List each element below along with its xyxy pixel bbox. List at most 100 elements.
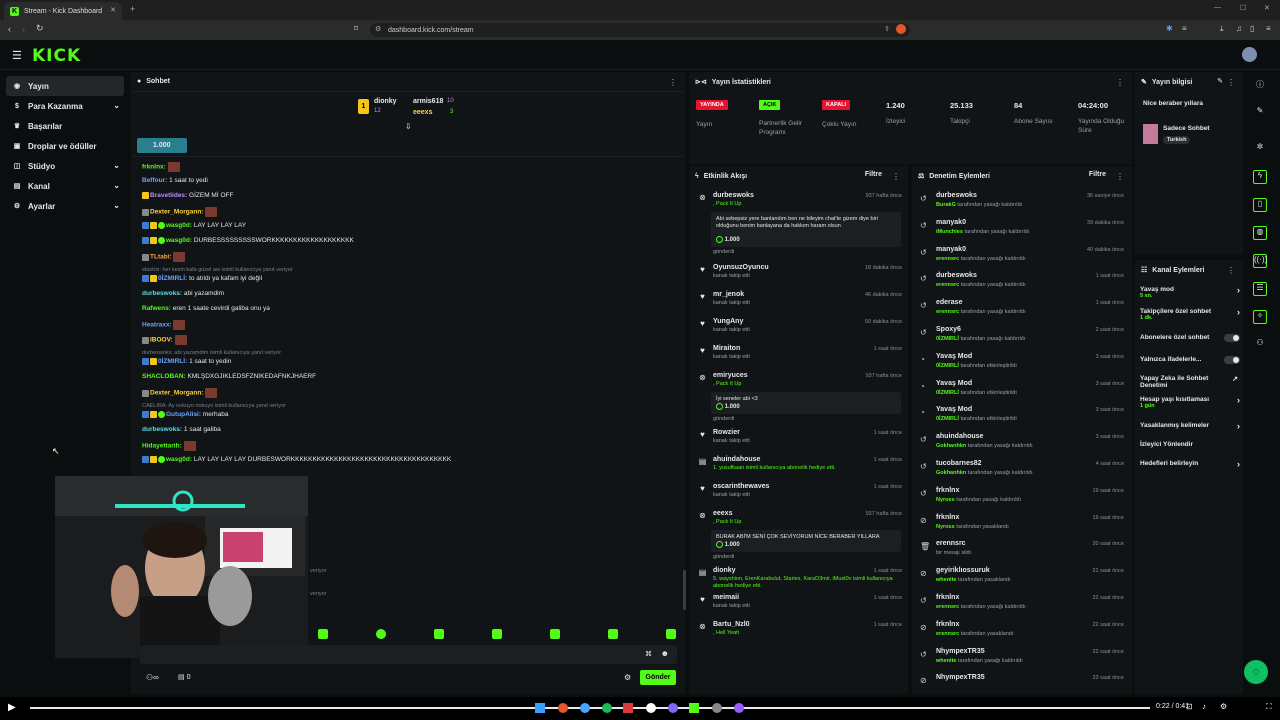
emoji-icon[interactable]: ☻ <box>661 649 669 658</box>
chat-username[interactable]: durbeswoks: <box>142 426 182 433</box>
kick-logo[interactable]: KICK <box>32 46 81 66</box>
chat-message[interactable]: frknlnx: <box>142 162 180 172</box>
chat-message[interactable]: TLtabi: <box>142 252 186 262</box>
users-icon[interactable]: ⚇ <box>1253 338 1267 352</box>
menu-bars-icon[interactable]: ≡ <box>1182 24 1187 33</box>
mod-actor[interactable]: Gokhanhkn <box>936 443 966 449</box>
event-username[interactable]: Bartu_Nzl0 <box>713 621 750 628</box>
mod-target[interactable]: ederase <box>936 299 962 306</box>
toggle-switch[interactable] <box>1224 356 1240 364</box>
chat-settings-icon[interactable]: ⚙ <box>624 673 631 682</box>
activity-event[interactable]: ⊗ eeexs , Pack It Up 937 hafta önce BURA… <box>696 510 906 567</box>
event-username[interactable]: OyunsuzOyuncu <box>713 264 769 271</box>
channel-action-item[interactable]: İzleyici Yönlendir <box>1140 441 1240 448</box>
activity-event[interactable]: ▤ ahuindahouse 1. yusufkaan isimli kulla… <box>696 456 906 483</box>
chat-icon[interactable]: ◍ <box>1253 226 1267 240</box>
chat-username[interactable]: Heatraxx: <box>142 322 172 329</box>
chat-message[interactable]: Rafwens: eren 1 saate cevirdi galiba onu… <box>142 305 270 312</box>
chat-message[interactable]: Beffour: 1 saat to yedi <box>142 177 208 184</box>
close-tab-icon[interactable]: ✕ <box>110 6 116 14</box>
mod-target[interactable]: frknlnx <box>936 621 959 628</box>
moderation-action[interactable]: ↺ durbeswoks BurakG tarafından yasağı ka… <box>918 192 1128 218</box>
chat-message[interactable]: durbeswoks: 1 saat galiba <box>142 426 221 433</box>
channel-action-item[interactable]: Hedefleri belirleyin › <box>1140 460 1240 469</box>
chat-input[interactable]: ⌘ ☻ <box>140 645 677 664</box>
leader-2-name[interactable]: armis618 <box>413 98 443 105</box>
toggle-switch[interactable] <box>1224 334 1240 342</box>
moderation-action[interactable]: ◔ Yavaş Mod 0İZMIRLİ tarafından etkinleş… <box>918 380 1128 406</box>
download-icon[interactable]: ⤓ <box>1220 24 1224 34</box>
list-icon[interactable]: ☰ <box>1253 282 1267 296</box>
mod-actor[interactable]: whenite <box>936 658 956 664</box>
mod-target[interactable]: durbeswoks <box>936 272 977 279</box>
mod-target[interactable]: frknlnx <box>936 514 959 521</box>
play-icon[interactable]: ▶ <box>8 702 16 713</box>
chat-username[interactable]: GutupAlisi: <box>166 411 201 418</box>
kick-emote-icon[interactable] <box>376 629 386 639</box>
moderation-action[interactable]: ↺ manyak0 iMunchies tarafından yasağı ka… <box>918 219 1128 245</box>
event-username[interactable]: dionky <box>713 567 736 574</box>
broadcast-icon[interactable]: ((·)) <box>1253 254 1267 268</box>
sidebar-icon[interactable]: ▯ <box>1250 24 1254 33</box>
chat-message[interactable]: IBOOV: <box>142 335 187 345</box>
mod-actor[interactable]: erennsrc <box>936 282 959 288</box>
lightning-icon[interactable]: ϟ <box>1253 170 1267 184</box>
moderation-action[interactable]: ◔ Yavaş Mod 0İZMIRLİ tarafından etkinleş… <box>918 353 1128 379</box>
activity-event[interactable]: ♥ oscarinthewaves kanalı takip etti 1 sa… <box>696 483 906 510</box>
chat-message[interactable]: wasg0d: LAY LAY LAY LAY DURBESWORKKKKKKK… <box>142 456 451 463</box>
chat-message[interactable]: GutupAlisi: merhaba <box>142 411 229 418</box>
mod-target[interactable]: NhympexTR35 <box>936 648 985 655</box>
moderation-action[interactable]: ⊘ geyiriklıossuruk whenite tarafından ya… <box>918 567 1128 593</box>
activity-event[interactable]: ⊗ emiryuces , Pack It Up 937 hafta önce … <box>696 372 906 429</box>
kick-emote-icon[interactable] <box>666 629 676 639</box>
chat-username[interactable]: wasg0d: <box>166 456 192 463</box>
mod-actor[interactable]: erennsrc <box>936 631 959 637</box>
chat-username[interactable]: SHACLOBAN: <box>142 373 186 380</box>
activity-event[interactable]: ♥ Rowzier kanalı takip etti 1 saat önce <box>696 429 906 456</box>
mod-target[interactable]: Yavaş Mod <box>936 406 972 413</box>
chat-message[interactable]: Hidayettarih: <box>142 441 196 451</box>
send-button[interactable]: Gönder <box>640 670 676 685</box>
chat-username[interactable]: Bravetiides: <box>150 192 187 199</box>
event-username[interactable]: oscarinthewaves <box>713 483 769 490</box>
chat-message[interactable]: wasg0d: DURBESSSSSSSSSWORKKKKKKKKKKKKKKK… <box>142 237 354 244</box>
activity-event[interactable]: ⊗ Bartu_Nzl0 , Hell Yeah 1 saat önce <box>696 621 906 648</box>
mod-target[interactable]: manyak0 <box>936 219 966 226</box>
event-username[interactable]: durbeswoks <box>713 192 754 199</box>
chat-options-icon[interactable]: ⋮ <box>669 78 677 87</box>
browser-menu-icon[interactable]: ≡ <box>1266 24 1271 33</box>
activity-event[interactable]: ♥ OyunsuzOyuncu kanalı takip etti 18 dak… <box>696 264 906 291</box>
new-tab-icon[interactable]: + <box>130 4 135 14</box>
channel-action-item[interactable]: Abonelere özel sohbet <box>1140 334 1240 342</box>
kick-emote-icon[interactable] <box>492 629 502 639</box>
chat-username[interactable]: Dexter_Morgann: <box>150 209 203 216</box>
chat-message[interactable]: Heatraxx: <box>142 320 186 330</box>
event-username[interactable]: emiryuces <box>713 372 748 379</box>
share-icon[interactable]: ⇪ <box>884 25 890 33</box>
avatar[interactable] <box>1242 47 1257 62</box>
chat-message[interactable]: 0İZMIRLİ: 1 saat to yedin <box>142 358 231 365</box>
mod-target[interactable]: frknlnx <box>936 487 959 494</box>
chat-username[interactable]: wasg0d: <box>166 222 192 229</box>
activity-event[interactable]: ♥ Miraiton kanalı takip etti 1 saat önce <box>696 345 906 372</box>
activity-filter-button[interactable]: Filtre <box>865 171 882 178</box>
bug-icon[interactable]: ✲ <box>1253 142 1267 156</box>
brave-shield-icon[interactable] <box>896 24 906 34</box>
chat-message[interactable]: 0İZMIRLİ: to atıldı ya kafam iyi değil <box>142 275 262 282</box>
mod-actor[interactable]: erennsrc <box>936 256 959 262</box>
mod-actor[interactable]: whenite <box>936 577 956 583</box>
mod-target[interactable]: Spoxy6 <box>936 326 961 333</box>
chat-scrollbar[interactable] <box>683 570 686 610</box>
stats-options-icon[interactable]: ⋮ <box>1116 78 1124 87</box>
activity-event[interactable]: ♥ meimaii kanalı takip etti 1 saat önce <box>696 594 906 621</box>
channel-action-item[interactable]: Yapay Zeka ile Sohbet Denetimi ↗ <box>1140 375 1240 389</box>
mod-actor[interactable]: BurakG <box>936 202 956 208</box>
moderation-action[interactable]: 🗑 erennsrc bir mesajı sildi 20 saat önce <box>918 540 1128 566</box>
chat-username[interactable]: durbeswoks: <box>142 290 182 297</box>
activity-event[interactable]: ⊗ durbeswoks , Pack It Up 937 hafta önce… <box>696 192 906 264</box>
chat-bubble-fab-icon[interactable]: ◌ <box>1244 660 1268 684</box>
event-username[interactable]: mr_jenok <box>713 291 744 298</box>
close-window-icon[interactable]: ✕ <box>1264 4 1270 12</box>
channel-action-item[interactable]: Takipçilere özel sohbet 1 dk. › <box>1140 308 1240 322</box>
mod-target[interactable]: tucobarnes82 <box>936 460 982 467</box>
